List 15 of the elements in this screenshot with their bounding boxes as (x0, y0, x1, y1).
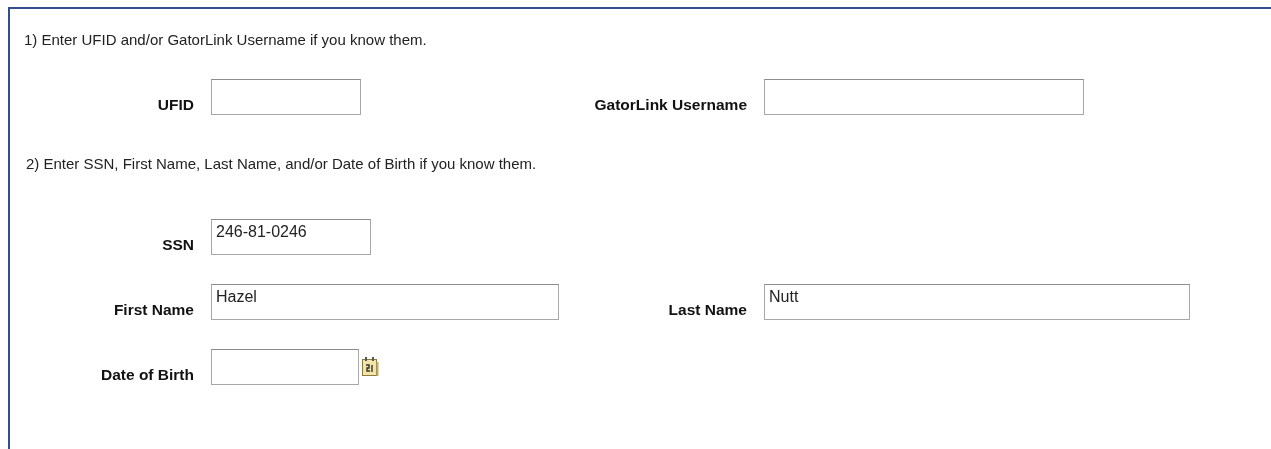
text-field[interactable]: Hazel (211, 284, 559, 320)
date-field[interactable] (211, 349, 359, 385)
section-instruction: 1) Enter UFID and/or GatorLink Username if you know them. (24, 31, 428, 49)
field-label: GatorLink Username (594, 95, 748, 115)
text-field[interactable] (764, 79, 1084, 115)
text-field[interactable]: Nutt (764, 284, 1190, 320)
field-label: Last Name (668, 300, 748, 320)
text-field[interactable] (211, 79, 361, 115)
text-field[interactable]: 246-81-0246 (211, 219, 371, 255)
field-label: UFID (157, 95, 195, 115)
field-label: First Name (113, 300, 195, 320)
field-label: SSN (162, 235, 195, 255)
calendar-icon[interactable] (361, 356, 379, 378)
field-label: Date of Birth (101, 365, 195, 385)
section-instruction: 2) Enter SSN, First Name, Last Name, and/or Date of Birth if you know them. (26, 155, 538, 173)
